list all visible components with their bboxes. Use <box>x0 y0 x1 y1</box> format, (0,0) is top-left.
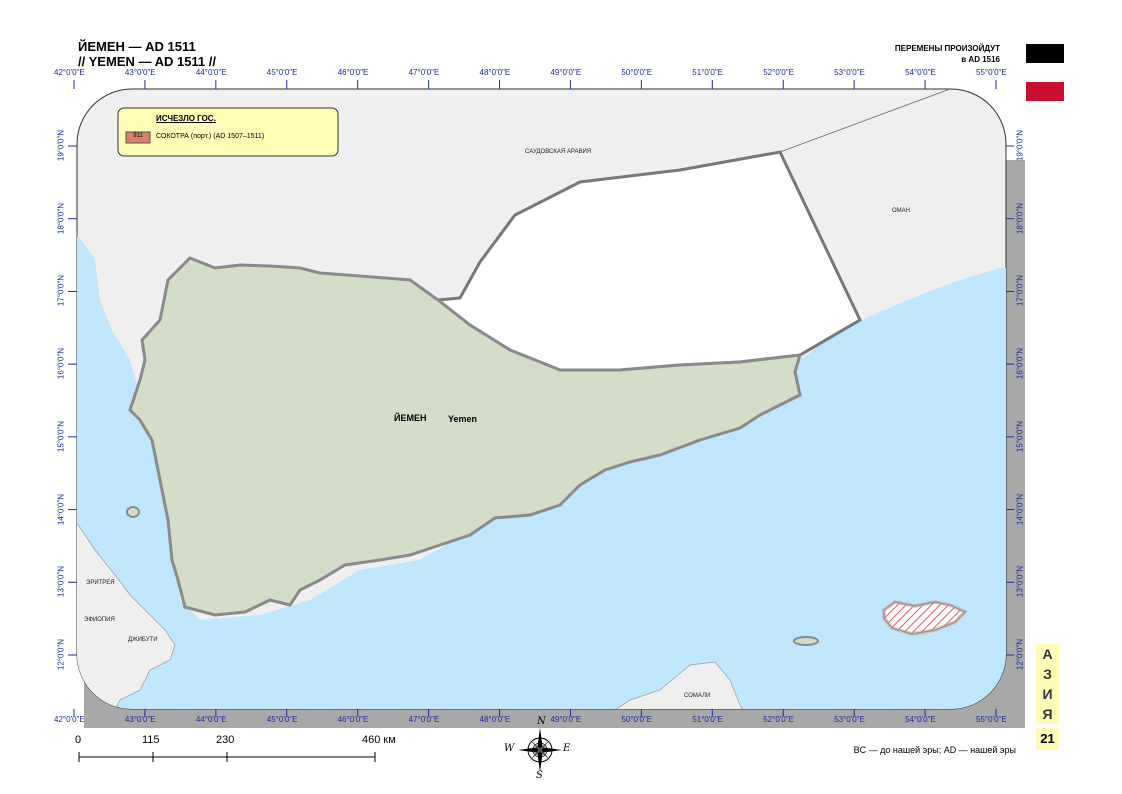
longitude-label: 54°0'0"E <box>905 68 936 77</box>
compass-rose-icon <box>518 728 562 772</box>
label-saudi-arabia: САУДОВСКАЯ АРАВИЯ <box>525 149 592 155</box>
longitude-label: 42°0'0"E <box>54 68 85 77</box>
scale-label-230: 230 <box>216 734 235 746</box>
longitude-label: 55°0'0"E <box>976 715 1007 724</box>
longitude-label: 53°0'0"E <box>834 68 865 77</box>
scale-label-115: 115 <box>142 734 160 746</box>
label-djibouti: ДЖИБУТИ <box>128 637 158 643</box>
longitude-label: 51°0'0"E <box>692 715 723 724</box>
longitude-label: 44°0'0"E <box>195 68 227 77</box>
label-oman: ОМАН <box>892 208 910 214</box>
scale-label-0: 0 <box>75 734 82 746</box>
longitude-label: 43°0'0"E <box>124 715 156 724</box>
compass-north: N <box>537 716 546 727</box>
longitude-label: 55°0'0"E <box>976 68 1007 77</box>
region-letter: Я <box>1042 706 1053 722</box>
compass-west: W <box>504 743 515 754</box>
latitude-label: 16°0'0"N <box>1015 348 1025 380</box>
longitude-label: 52°0'0"E <box>763 715 794 724</box>
label-yemen-en: Yemen <box>448 414 478 424</box>
latitude-label: 18°0'0"N <box>56 202 66 234</box>
page-number: 21 <box>1036 728 1059 750</box>
legend-box <box>117 107 339 157</box>
latitude-label: 15°0'0"N <box>56 420 66 452</box>
latitude-label: 14°0'0"N <box>56 493 66 525</box>
longitude-label: 47°0'0"E <box>408 68 440 77</box>
longitude-label: 49°0'0"E <box>550 715 582 724</box>
longitude-label: 47°0'0"E <box>408 715 440 724</box>
region-letter: З <box>1043 666 1052 682</box>
scale-bar <box>78 752 376 762</box>
compass-east: E <box>563 743 571 754</box>
longitude-label: 48°0'0"E <box>479 715 511 724</box>
label-somalia: СОМАЛИ <box>684 693 711 699</box>
latitude-label: 18°0'0"N <box>1015 202 1025 234</box>
longitude-label: 45°0'0"E <box>266 715 298 724</box>
longitude-label: 46°0'0"E <box>337 715 369 724</box>
yemen-flag <box>1026 44 1064 101</box>
latitude-label: 13°0'0"N <box>1015 566 1025 598</box>
island-1 <box>126 506 140 518</box>
legend-code: 911 <box>133 133 143 139</box>
longitude-label: 50°0'0"E <box>621 715 653 724</box>
region-letter: И <box>1042 686 1053 702</box>
latitude-label: 17°0'0"N <box>1015 275 1025 307</box>
latitude-label: 13°0'0"N <box>56 566 66 598</box>
label-ethiopia: ЭФИОПИЯ <box>84 617 115 623</box>
region-tab-asia: А З И Я <box>1036 644 1059 724</box>
longitude-label: 45°0'0"E <box>266 68 298 77</box>
label-yemen-ru: ЙЕМЕН <box>394 413 427 423</box>
longitude-label: 52°0'0"E <box>763 68 794 77</box>
latitude-label: 17°0'0"N <box>56 275 66 307</box>
latitude-label: 19°0'0"N <box>56 129 66 162</box>
legend-title: ИСЧЕЗЛО ГОС. <box>156 114 216 123</box>
longitude-label: 50°0'0"E <box>621 68 653 77</box>
longitude-label: 42°0'0"E <box>54 715 85 724</box>
era-note: BC — до нашей эры; AD — нашей эры <box>853 745 1016 755</box>
longitude-label: 48°0'0"E <box>479 68 511 77</box>
scale-label-460: 460 км <box>362 734 396 746</box>
longitude-label: 46°0'0"E <box>337 68 369 77</box>
island-2 <box>793 636 819 646</box>
latitude-label: 12°0'0"N <box>1015 638 1025 671</box>
latitude-label: 12°0'0"N <box>56 638 66 671</box>
legend-entry-socotra: СОКОТРА (порт.) (AD 1507–1511) <box>156 133 265 140</box>
longitude-label: 49°0'0"E <box>550 68 582 77</box>
latitude-label: 14°0'0"N <box>1015 493 1025 525</box>
region-letter: А <box>1042 646 1053 662</box>
latitude-label: 15°0'0"N <box>1015 420 1025 452</box>
longitude-label: 53°0'0"E <box>834 715 865 724</box>
label-eritrea: ЭРИТРЕЯ <box>86 580 115 586</box>
latitude-label: 19°0'0"N <box>1015 129 1025 162</box>
longitude-label: 44°0'0"E <box>195 715 227 724</box>
longitude-label: 43°0'0"E <box>124 68 156 77</box>
latitude-label: 16°0'0"N <box>56 348 66 380</box>
compass-south: S <box>536 770 543 781</box>
longitude-label: 54°0'0"E <box>905 715 936 724</box>
longitude-label: 51°0'0"E <box>692 68 723 77</box>
